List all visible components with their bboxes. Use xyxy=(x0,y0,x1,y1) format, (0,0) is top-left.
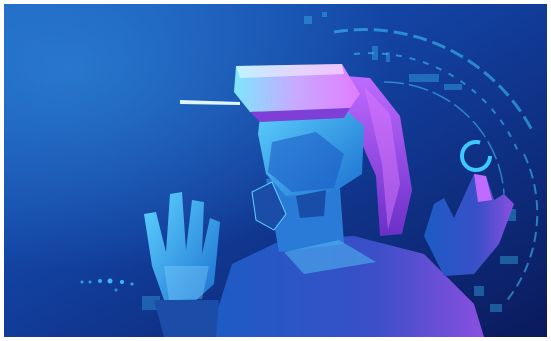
vr-illustration xyxy=(4,4,547,337)
vr-scene-svg xyxy=(4,4,547,337)
image-frame xyxy=(0,0,551,341)
